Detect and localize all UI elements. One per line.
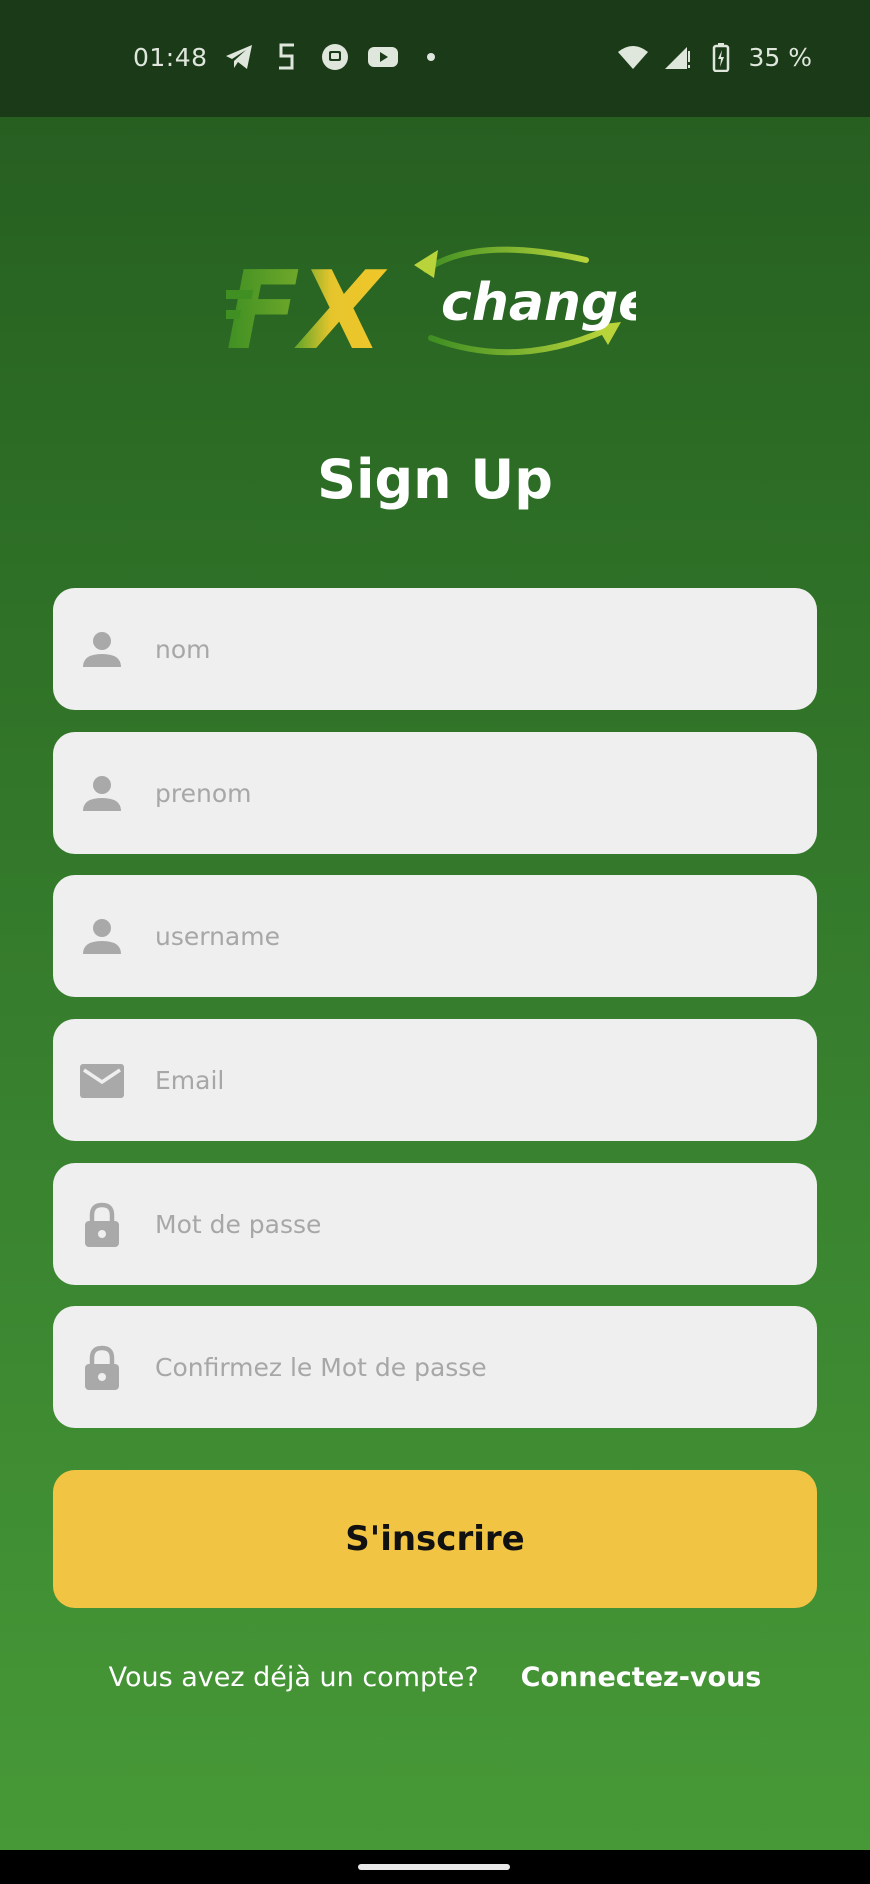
username-input[interactable] xyxy=(153,875,775,997)
prenom-field[interactable] xyxy=(53,732,817,854)
confirm-password-field[interactable] xyxy=(53,1306,817,1428)
confirm-password-input[interactable] xyxy=(153,1306,775,1428)
wifi-icon xyxy=(616,40,650,74)
signup-button[interactable]: S'inscrire xyxy=(53,1470,817,1608)
mail-icon xyxy=(79,1058,125,1104)
logo-brand: FX xyxy=(226,249,388,370)
youtube-icon xyxy=(366,40,400,74)
app-icon xyxy=(318,40,352,74)
status-bar: 01:48 35 % xyxy=(0,0,870,117)
home-gesture-handle[interactable] xyxy=(358,1864,510,1870)
page-title: Sign Up xyxy=(317,448,553,511)
battery-percentage: 35 % xyxy=(748,42,812,72)
telegram-icon xyxy=(222,40,256,74)
email-input[interactable] xyxy=(153,1019,775,1141)
signin-row: Vous avez déjà un compte? Connectez-vous xyxy=(0,1662,870,1693)
lock-icon xyxy=(79,1202,125,1248)
battery-icon xyxy=(704,40,738,74)
signin-link[interactable]: Connectez-vous xyxy=(521,1662,762,1693)
password-input[interactable] xyxy=(153,1163,775,1285)
person-icon xyxy=(79,914,125,960)
navigation-bar xyxy=(0,1850,870,1884)
password-field[interactable] xyxy=(53,1163,817,1285)
s-app-icon xyxy=(270,40,304,74)
status-time: 01:48 xyxy=(133,42,208,72)
signal-icon xyxy=(660,40,694,74)
signin-prompt: Vous avez déjà un compte? xyxy=(108,1662,479,1693)
status-right: 35 % xyxy=(616,40,812,74)
person-icon xyxy=(79,627,125,673)
status-left: 01:48 xyxy=(133,40,448,74)
nom-field[interactable] xyxy=(53,588,817,710)
person-icon xyxy=(79,771,125,817)
dot-icon xyxy=(414,40,448,74)
lock-icon xyxy=(79,1345,125,1391)
prenom-input[interactable] xyxy=(153,732,775,854)
username-field[interactable] xyxy=(53,875,817,997)
email-field[interactable] xyxy=(53,1019,817,1141)
fx-change-logo: FX change xyxy=(207,230,653,374)
nom-input[interactable] xyxy=(153,588,775,710)
logo-word: change xyxy=(441,273,636,333)
